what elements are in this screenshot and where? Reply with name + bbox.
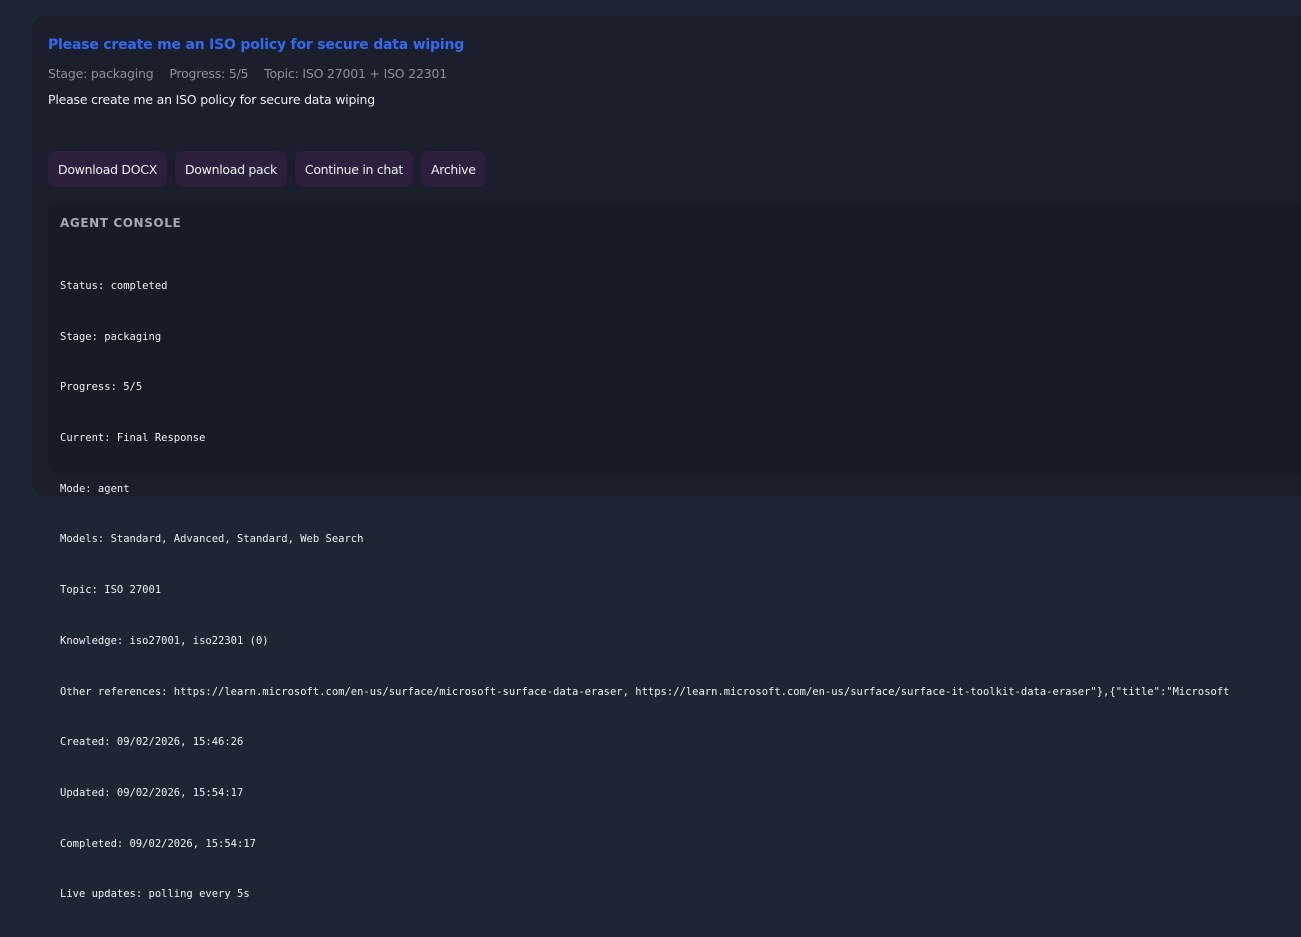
- task-meta: Stage: packaging Progress: 5/5 Topic: IS…: [48, 66, 459, 81]
- stage-label: Stage: packaging: [48, 66, 154, 81]
- console-line-updated: Updated: 09/02/2026, 15:54:17: [60, 787, 244, 799]
- progress-label: Progress: 5/5: [169, 66, 249, 81]
- console-line-created: Created: 09/02/2026, 15:46:26: [60, 736, 244, 749]
- console-line-live-updates: Live updates: polling every 5s: [60, 888, 250, 901]
- console-line-status: Status: completed: [60, 279, 168, 292]
- console-line-topic: Topic: ISO 27001: [60, 584, 162, 597]
- console-line-models: Models: Standard, Advanced, Standard, We…: [60, 533, 364, 546]
- console-line-mode: Mode: agent: [60, 482, 130, 495]
- console-line-completed: Completed: 09/02/2026, 15:54:17: [60, 837, 256, 850]
- console-line-progress: Progress: 5/5: [60, 381, 143, 394]
- download-pack-button[interactable]: Download pack: [174, 151, 287, 187]
- action-bar: Download DOCX Download pack Continue in …: [48, 151, 486, 187]
- console-line-current: Current: Final Response: [60, 431, 206, 444]
- console-line-knowledge: Knowledge: iso27001, iso22301 (0): [60, 634, 269, 647]
- console-line-references: Other references: https://learn.microsof…: [60, 685, 1230, 698]
- continue-in-chat-button[interactable]: Continue in chat: [294, 151, 413, 187]
- console-log: Status: completed Stage: packaging Progr…: [60, 244, 1229, 937]
- task-prompt: Please create me an ISO policy for secur…: [48, 92, 375, 107]
- topic-label: Topic: ISO 27001 + ISO 22301: [264, 66, 447, 81]
- archive-button[interactable]: Archive: [421, 151, 486, 187]
- task-title[interactable]: Please create me an ISO policy for secur…: [48, 37, 464, 53]
- console-heading: AGENT CONSOLE: [60, 216, 182, 230]
- task-card: Please create me an ISO policy for secur…: [32, 16, 1301, 900]
- download-docx-button[interactable]: Download DOCX: [48, 151, 167, 187]
- agent-console: AGENT CONSOLE Status: completed Stage: p…: [48, 202, 1301, 900]
- console-line-stage: Stage: packaging: [60, 330, 162, 343]
